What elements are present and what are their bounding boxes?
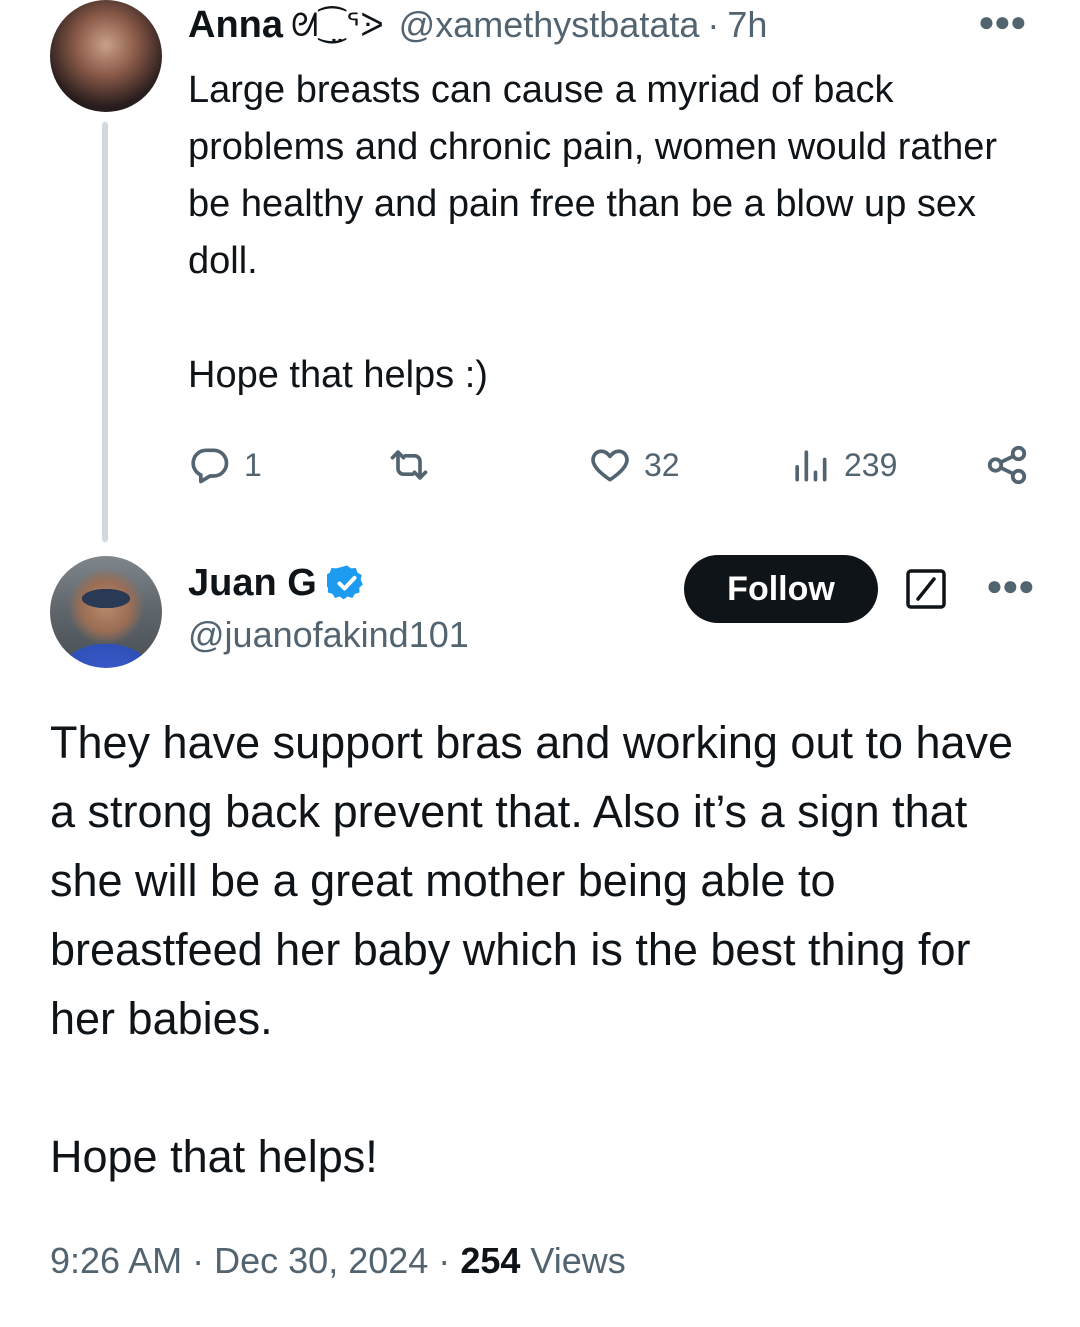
parent-tweet-text: Large breasts can cause a myriad of back…: [188, 69, 997, 396]
anna-avatar[interactable]: [50, 0, 162, 112]
header-separator: ·: [707, 4, 720, 45]
parent-tweet-time[interactable]: 7h: [727, 4, 767, 46]
main-author-name-row: Juan G: [188, 558, 367, 608]
meta-separator: ·: [192, 1240, 205, 1281]
share-nodes-icon: [987, 445, 1027, 485]
parent-tweet-header: Anna ᘛ⁐̤ᕐᐷ @xamethystbatata · 7h: [188, 2, 767, 48]
retweet-button[interactable]: [386, 440, 432, 490]
heart-icon: [591, 449, 629, 482]
tweet-date[interactable]: Dec 30, 2024: [214, 1240, 428, 1281]
like-button[interactable]: 32: [588, 440, 680, 490]
tweet-meta: 9:26 AM · Dec 30, 2024 · 254 Views: [50, 1240, 626, 1282]
like-count: 32: [644, 446, 680, 483]
share-button[interactable]: [984, 440, 1030, 490]
reply-bubble-icon: [191, 448, 229, 484]
views-button[interactable]: 239: [788, 440, 897, 490]
main-author-handle[interactable]: @juanofakind101: [188, 614, 469, 656]
tweet-time[interactable]: 9:26 AM: [50, 1240, 182, 1281]
thread-connector-line: [102, 122, 108, 542]
grok-slash-icon[interactable]: [906, 569, 946, 609]
meta-separator: ·: [438, 1240, 451, 1281]
views-count: 239: [844, 446, 898, 483]
tweet-views-count: 254: [460, 1240, 521, 1281]
verified-badge-icon: [326, 565, 363, 600]
follow-button[interactable]: Follow: [684, 555, 878, 623]
main-more-icon[interactable]: ●●●: [986, 570, 1035, 602]
reply-button[interactable]: 1: [188, 440, 262, 490]
juan-avatar[interactable]: [50, 556, 162, 668]
tweet-views-label: Views: [530, 1240, 626, 1281]
parent-author-name-decoration: ᘛ⁐̤ᕐᐷ: [291, 6, 385, 43]
parent-author-name[interactable]: Anna: [188, 4, 283, 47]
main-author-name[interactable]: Juan G: [188, 562, 317, 605]
retweet-arrows-icon: [390, 450, 428, 480]
main-tweet-text: They have support bras and working out t…: [50, 717, 1014, 1182]
parent-more-icon[interactable]: ●●●: [978, 6, 1027, 38]
parent-tweet-actions: 1 32 239: [188, 440, 1030, 490]
parent-author-handle[interactable]: @xamethystbatata: [399, 4, 700, 46]
reply-count: 1: [244, 446, 262, 483]
bar-chart-icon: [795, 450, 827, 482]
